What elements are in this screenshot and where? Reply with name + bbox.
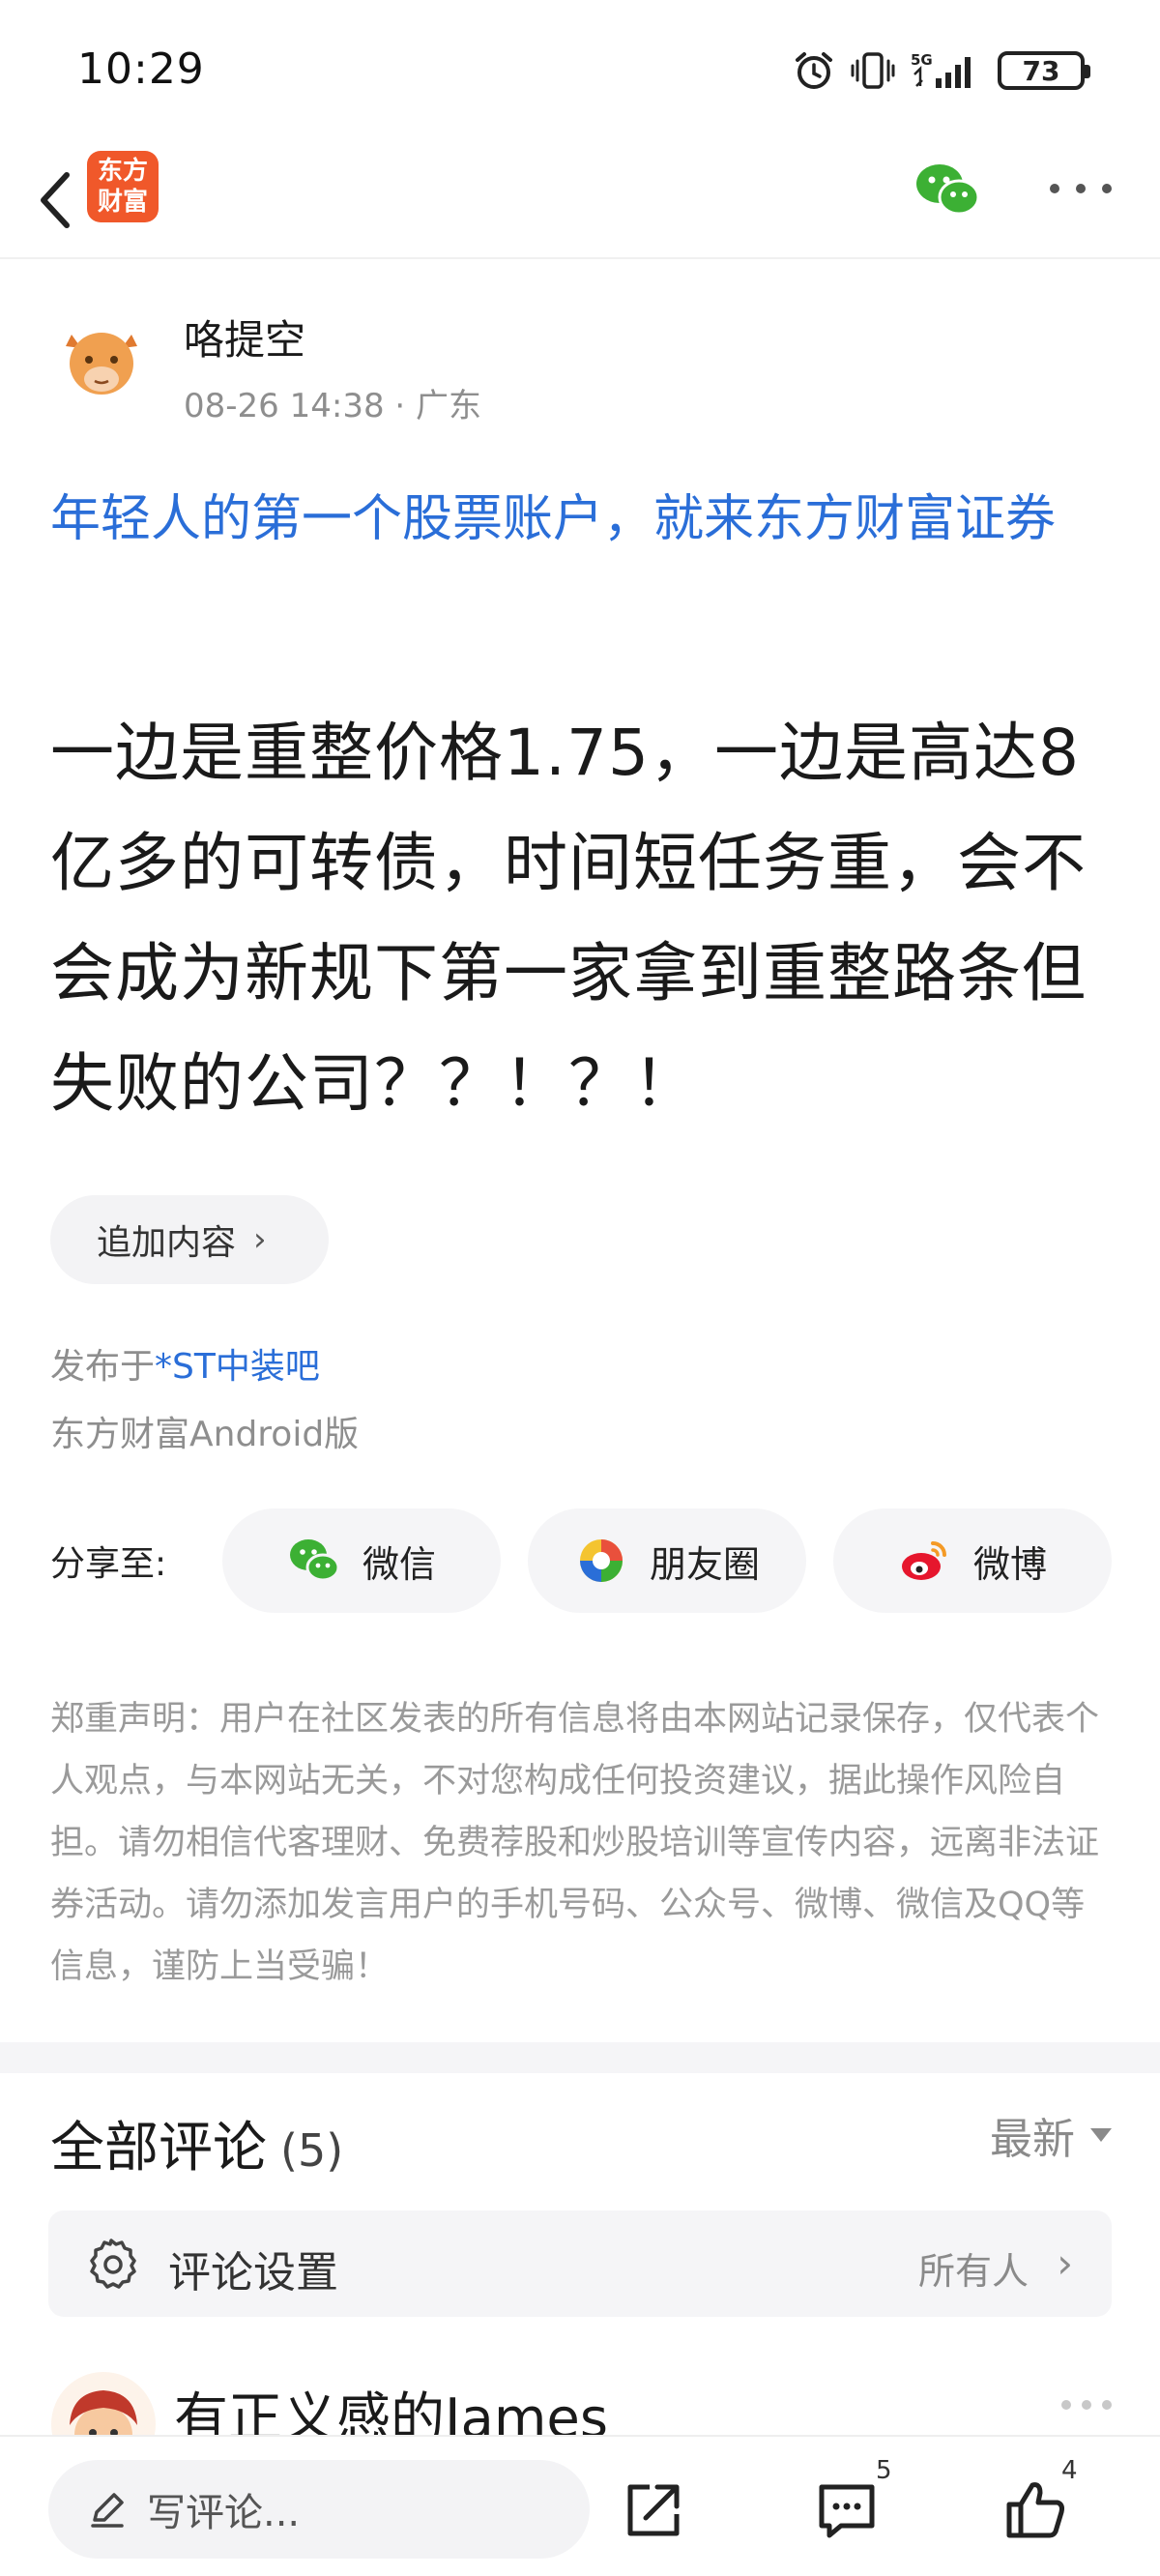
bottom-action-bar: 写评论... 5 4 (0, 2435, 1160, 2576)
back-arrow-icon (41, 172, 70, 228)
share-weibo-label: 微博 (972, 1542, 1047, 1586)
app-logo[interactable]: 东方 财富 (87, 151, 159, 222)
alarm-icon (796, 52, 832, 89)
more-dot (1050, 184, 1059, 193)
wechat-share-icon[interactable] (913, 159, 982, 220)
comment-input-placeholder: 写评论... (147, 2491, 301, 2535)
comments-title: 全部评论 (50, 2117, 267, 2180)
comment-settings-label: 评论设置 (168, 2248, 338, 2298)
status-icons: 5G 73 (793, 46, 1090, 95)
post-title: 一边是重整价格1.75，一边是高达8亿多的可转债，时间短任务重，会不会成为新规下… (50, 716, 1087, 1121)
like-count-badge: 4 (1061, 2456, 1078, 2485)
share-wechat-button[interactable]: 微信 (222, 1508, 501, 1613)
wechat-icon (289, 1539, 340, 1582)
more-dot (1082, 2400, 1091, 2410)
add-content-label: 追加内容 (97, 1223, 237, 1263)
more-dot (1076, 184, 1086, 193)
comments-heading: 全部评论 (5) (50, 2104, 343, 2182)
weibo-icon (901, 1541, 946, 1580)
top-nav-bar: 东方 财富 (0, 145, 1160, 259)
back-button[interactable] (21, 157, 89, 244)
disclaimer-text: 郑重声明：用户在社区发表的所有信息将由本网站记录保存，仅代表个人观点，与本网站无… (50, 1700, 1100, 1986)
signal-5g-icon: 5G (911, 51, 971, 88)
sort-label: 最新 (990, 2115, 1075, 2164)
chevron-right-icon: › (1057, 2239, 1073, 2287)
share-weibo-button[interactable]: 微博 (833, 1508, 1112, 1613)
more-dot (1061, 2400, 1071, 2410)
posted-in-prefix: 发布于 (50, 1347, 156, 1387)
comment-more-button[interactable] (1061, 2398, 1112, 2412)
more-options-button[interactable] (1050, 174, 1112, 203)
share-wechat-label: 微信 (362, 1542, 436, 1586)
status-time: 10:29 (77, 44, 205, 94)
dropdown-triangle-icon (1090, 2128, 1112, 2142)
section-divider (0, 2042, 1160, 2073)
add-content-button[interactable]: 追加内容 › (50, 1195, 329, 1284)
share-moments-label: 朋友圈 (649, 1542, 760, 1586)
chevron-right-icon: › (253, 1220, 267, 1259)
more-dot (1102, 2400, 1112, 2410)
svg-text:5G: 5G (911, 51, 933, 69)
comment-count-badge: 5 (876, 2456, 892, 2485)
comment-icon[interactable] (812, 2475, 882, 2545)
comments-count: (5) (280, 2124, 344, 2177)
post-meta: 08-26 14:38 · 广东 (184, 387, 482, 425)
sort-dropdown[interactable]: 最新 (990, 2104, 1112, 2166)
vibrate-icon (851, 52, 895, 89)
author-name[interactable]: 咯提空 (184, 307, 305, 366)
app-logo-line1: 东方 (97, 157, 148, 186)
posted-in: 发布于*ST中装吧 (50, 1338, 320, 1389)
moments-icon (579, 1539, 623, 1582)
share-label: 分享至: (50, 1544, 167, 1584)
comment-settings-value: 所有人 (917, 2250, 1029, 2293)
thumbs-up-icon[interactable] (1001, 2475, 1071, 2545)
stock-bar-link[interactable]: *ST中装吧 (155, 1347, 320, 1387)
battery-indicator: 73 (998, 51, 1090, 90)
share-out-icon[interactable] (619, 2475, 688, 2545)
comment-settings-row[interactable]: 评论设置 所有人 › (48, 2210, 1112, 2317)
author-avatar[interactable] (58, 317, 145, 404)
gear-icon (90, 2239, 136, 2289)
comment-input[interactable]: 写评论... (48, 2460, 590, 2559)
share-moments-button[interactable]: 朋友圈 (528, 1508, 806, 1613)
app-logo-line2: 财富 (97, 188, 148, 217)
post-platform: 东方财富Android版 (50, 1415, 360, 1454)
status-bar: 10:29 5G 73 (0, 0, 1160, 145)
promo-link[interactable]: 年轻人的第一个股票账户，就来东方财富证券 (50, 478, 1123, 561)
more-dot (1102, 184, 1112, 193)
pencil-icon (91, 2493, 124, 2528)
